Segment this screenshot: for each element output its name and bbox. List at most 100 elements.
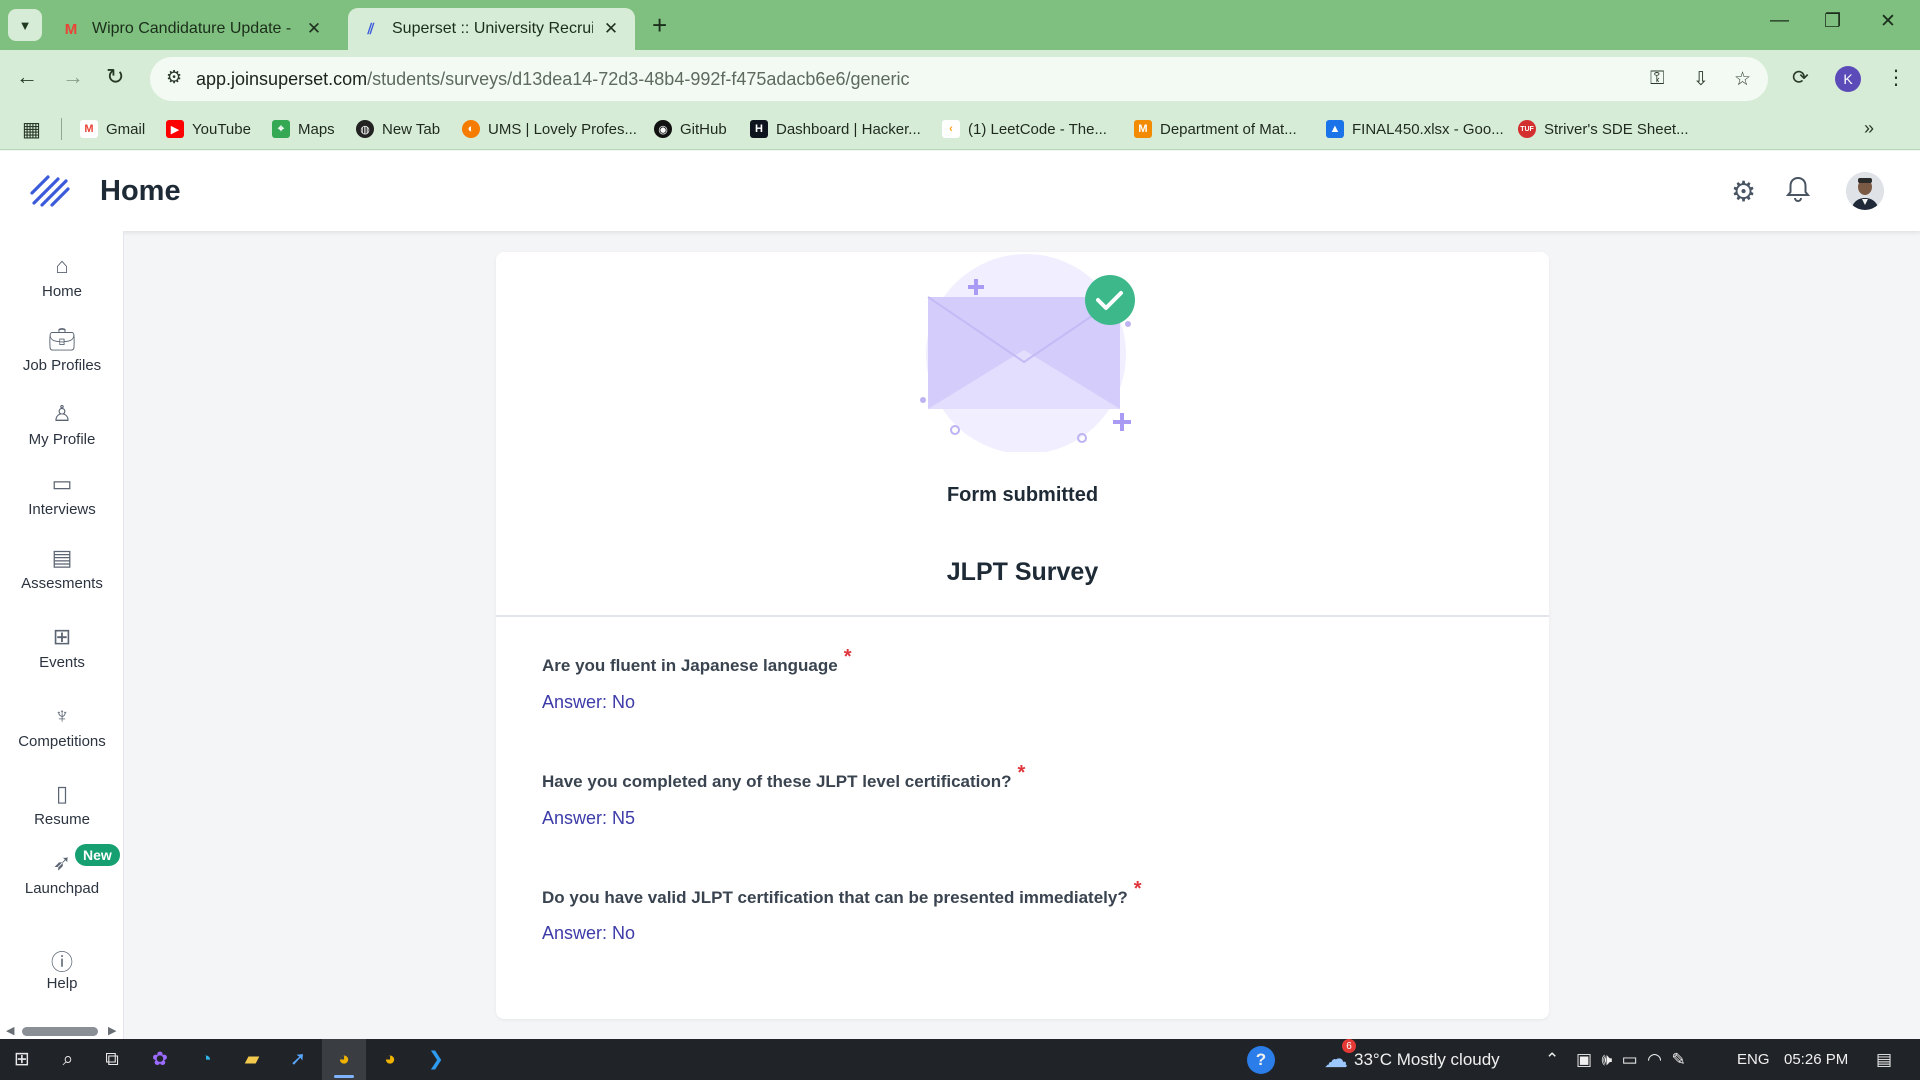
weather-badge: 6 [1342, 1039, 1356, 1053]
globe-icon: ◍ [356, 120, 374, 138]
tab-gmail[interactable]: M Wipro Candidature Update - ka ✕ [48, 8, 338, 50]
bookmark-ums[interactable]: ◐ UMS | Lovely Profes... [462, 108, 637, 150]
bookmarks-divider [61, 118, 62, 140]
tab-search-button[interactable]: ▼ [8, 9, 42, 41]
restore-icon[interactable]: ❐ [1824, 10, 1841, 33]
bookmark-gmail[interactable]: M Gmail [80, 108, 145, 150]
file-explorer-icon[interactable]: ▰ [230, 1039, 274, 1080]
apps-grid-icon[interactable]: ▦ [22, 117, 41, 142]
page-title: Home [100, 175, 181, 207]
bookmark-star-icon[interactable]: ☆ [1734, 68, 1751, 91]
document-icon: ▯ [55, 781, 69, 806]
bell-icon[interactable] [1785, 175, 1811, 210]
edge-icon[interactable]: ◔ [184, 1039, 228, 1080]
bookmarks-bar: ▦ M Gmail ▶ YouTube ⌖ Maps ◍ New Tab ◐ U… [0, 108, 1920, 150]
drive-icon: ▲ [1326, 120, 1344, 138]
bookmark-leetcode[interactable]: ‹ (1) LeetCode - The... [942, 108, 1107, 150]
new-badge: New [75, 844, 120, 866]
tuf-icon: TUF [1518, 120, 1536, 138]
reload-icon[interactable]: ↻ [106, 64, 124, 90]
bookmark-github[interactable]: ◉ GitHub [654, 108, 727, 150]
grid-icon: ⊞ [52, 624, 72, 649]
tab-title: Superset :: University Recruiting [392, 20, 593, 37]
chrome-profile-icon[interactable]: ◕ [368, 1039, 412, 1080]
laptop-icon: ▭ [51, 471, 73, 496]
close-icon[interactable]: ✕ [304, 19, 324, 39]
extension-icon[interactable]: ⟳ [1792, 65, 1809, 90]
user-icon: ♙ [52, 401, 72, 426]
close-icon[interactable]: ✕ [601, 19, 621, 39]
help-icon[interactable]: ? [1247, 1039, 1275, 1080]
envelope-success-illustration [920, 254, 1135, 452]
notification-center-icon[interactable]: ▤ [1876, 1039, 1892, 1080]
chrome-icon[interactable]: ◕ [322, 1039, 366, 1080]
app-icon[interactable]: ➚ [276, 1039, 320, 1080]
github-icon: ◉ [654, 120, 672, 138]
bookmark-striver[interactable]: TUF Striver's SDE Sheet... [1518, 108, 1689, 150]
new-tab-button[interactable]: + [652, 10, 667, 41]
windows-start-icon[interactable]: ⊞ [0, 1039, 44, 1080]
survey-card: Form submitted JLPT Survey Are you fluen… [496, 252, 1549, 1019]
maps-icon: ⌖ [272, 120, 290, 138]
password-key-icon[interactable]: ⚿ [1650, 68, 1664, 90]
home-icon: ⌂ [55, 253, 69, 278]
scroll-left-arrow-icon[interactable]: ◀ [6, 1024, 14, 1037]
required-marker: * [1017, 762, 1026, 784]
tray-status-icons[interactable]: ▣ 🕪︎ ▭ ◠ ✎ [1576, 1039, 1686, 1080]
more-bookmarks-icon[interactable]: » [1864, 118, 1874, 139]
task-view-icon[interactable]: ⧉ [90, 1039, 134, 1080]
sidebar-item-interviews[interactable]: ▭ Interviews [0, 471, 124, 518]
horizontal-scrollbar[interactable]: ◀ ▶ [0, 1024, 124, 1038]
lpu-icon: ◐ [462, 120, 480, 138]
bookmark-new-tab[interactable]: ◍ New Tab [356, 108, 440, 150]
install-app-icon[interactable]: ⇩ [1693, 68, 1709, 91]
question-2: Have you completed any of these JLPT lev… [542, 762, 1026, 791]
cloud-icon: ☁ 6 [1324, 1039, 1356, 1074]
tab-superset[interactable]: ⫽ Superset :: University Recruiting ✕ [348, 8, 635, 50]
required-marker: * [843, 646, 852, 668]
bookmark-maps[interactable]: ⌖ Maps [272, 108, 335, 150]
address-bar[interactable]: ⚙ app.joinsuperset.com/students/surveys/… [150, 57, 1768, 101]
site-settings-icon[interactable]: ⚙ [166, 67, 182, 88]
scroll-right-arrow-icon[interactable]: ▶ [108, 1024, 116, 1037]
sidebar-item-home[interactable]: ⌂ Home [0, 253, 124, 300]
bookmark-department[interactable]: M Department of Mat... [1134, 108, 1297, 150]
tray-overflow-icon[interactable]: ⌃ [1545, 1039, 1559, 1080]
required-marker: * [1133, 878, 1142, 900]
sidebar-item-resume[interactable]: ▯ Resume [0, 781, 124, 828]
avatar[interactable] [1846, 172, 1884, 210]
superset-logo[interactable] [28, 171, 72, 211]
bookmark-hackerrank[interactable]: H Dashboard | Hacker... [750, 108, 921, 150]
weather-widget[interactable]: ☁ 6 33°C Mostly cloudy [1324, 1039, 1500, 1080]
answer-3: Answer: No [542, 923, 636, 943]
bookmark-youtube[interactable]: ▶ YouTube [166, 108, 251, 150]
language-indicator[interactable]: ENG [1737, 1039, 1770, 1080]
copilot-icon[interactable]: ✿ [138, 1039, 182, 1080]
app-header: Home ⚙ [0, 151, 1920, 231]
sidebar-item-events[interactable]: ⊞ Events [0, 624, 124, 671]
vscode-icon[interactable]: ❯ [414, 1039, 458, 1080]
info-icon: ⓘ [50, 950, 73, 975]
profile-avatar[interactable]: K [1835, 66, 1861, 92]
minimize-icon[interactable]: — [1770, 10, 1789, 32]
window-close-icon[interactable]: ✕ [1880, 10, 1896, 33]
youtube-icon: ▶ [166, 120, 184, 138]
windows-taskbar: ⊞ ⌕ ⧉ ✿ ◔ ▰ ➚ ◕ ◕ ❯ ? ☁ 6 33°C Mostly clo… [0, 1039, 1920, 1080]
sidebar-item-job-profiles[interactable]: 💼︎ Job Profiles [0, 327, 124, 374]
briefcase-icon: 💼︎ [48, 327, 76, 352]
trophy-icon: ♆ [53, 703, 71, 728]
sidebar-item-my-profile[interactable]: ♙ My Profile [0, 401, 124, 448]
clock[interactable]: 05:26 PM [1784, 1039, 1848, 1080]
gear-icon[interactable]: ⚙ [1731, 175, 1756, 208]
sidebar-item-competitions[interactable]: ♆ Competitions [0, 703, 124, 750]
menu-kebab-icon[interactable]: ⋮ [1886, 65, 1906, 90]
bookmark-final450[interactable]: ▲ FINAL450.xlsx - Goo... [1326, 108, 1504, 150]
sidebar-item-assesments[interactable]: ▤ Assesments [0, 545, 124, 592]
search-icon[interactable]: ⌕ [46, 1039, 90, 1080]
sidebar-item-help[interactable]: ⓘ Help [0, 945, 124, 992]
url-text[interactable]: app.joinsuperset.com/students/surveys/d1… [196, 69, 910, 90]
back-icon[interactable]: ← [16, 64, 38, 90]
scrollbar-thumb[interactable] [22, 1027, 98, 1036]
forward-icon[interactable]: → [62, 64, 84, 90]
sidebar-item-launchpad[interactable]: ➶ Launchpad New [0, 844, 124, 897]
